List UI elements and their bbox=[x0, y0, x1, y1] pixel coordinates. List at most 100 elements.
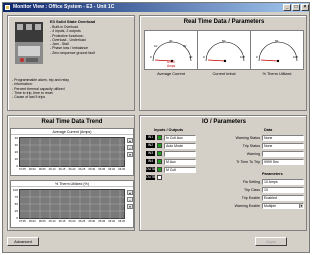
gauge-needle bbox=[207, 59, 226, 62]
y-axis: 100 75 50 25 0 bbox=[11, 188, 18, 220]
warning-enable-select[interactable]: Multiple ▼ bbox=[262, 203, 304, 209]
trend-controls: ▲ + ▼ bbox=[127, 190, 133, 211]
x-tick-label: 06:30 bbox=[88, 168, 96, 171]
param-label: Warning Enable bbox=[234, 204, 260, 208]
feature-item: - Zero sequence ground fault bbox=[50, 50, 95, 55]
gauge-needle bbox=[260, 59, 279, 62]
trend-scroll-up-button[interactable]: ▲ bbox=[127, 190, 133, 195]
x-tick-label: 06:00 bbox=[28, 168, 36, 171]
gauge-tick-label: 30 bbox=[183, 44, 187, 48]
x-tick-label: 06:10 bbox=[48, 220, 56, 223]
data-label: Tr Time To Trip bbox=[236, 160, 260, 164]
trend-zoom-button[interactable]: + bbox=[127, 197, 133, 202]
gauge-caption: Average Current bbox=[157, 72, 185, 76]
advanced-button[interactable]: Advanced bbox=[7, 237, 39, 246]
plot-grid bbox=[20, 190, 126, 220]
x-tick-label: 06:35 bbox=[98, 220, 106, 223]
io-led bbox=[157, 167, 162, 172]
gauge-caption: Current Imbal bbox=[212, 72, 236, 76]
y-tick-label: 20 bbox=[14, 150, 18, 154]
monitor-window: Monitor View : Office System - E3 - Unit… bbox=[2, 2, 310, 253]
overload-device-image bbox=[15, 22, 43, 64]
realtime-panel: Real Time Data / Parameters 0 10 20 30 4… bbox=[139, 15, 307, 111]
data-label: Warning bbox=[246, 152, 260, 156]
feature-list-more: - Programmable alarm, trip and relay - I… bbox=[12, 78, 69, 99]
x-tick-label: 06:45 bbox=[118, 168, 125, 171]
close-button[interactable]: × bbox=[301, 4, 309, 11]
y-tick-label: 30 bbox=[14, 143, 18, 147]
x-tick-label: 06:25 bbox=[78, 168, 86, 171]
x-tick-label: 06:35 bbox=[98, 168, 106, 171]
x-tick-label: 06:15 bbox=[58, 220, 66, 223]
y-tick-label: 0 bbox=[16, 216, 18, 220]
io-led bbox=[157, 143, 162, 148]
trend-zoom-button[interactable]: + bbox=[127, 145, 133, 150]
warning-enable-value: Multiple bbox=[264, 204, 277, 208]
x-tick-label: 06:25 bbox=[78, 220, 86, 223]
y-axis: 40 30 20 10 0 bbox=[11, 136, 18, 168]
plot-grid bbox=[20, 138, 126, 168]
io-led bbox=[157, 159, 162, 164]
x-tick-label: 06:40 bbox=[108, 220, 116, 223]
parameters-header: Parameters bbox=[262, 172, 283, 176]
io-led bbox=[157, 175, 162, 180]
trend-plot-area[interactable] bbox=[19, 137, 126, 168]
x-tick-label: 06:20 bbox=[68, 168, 76, 171]
x-tick-label: 07:05 bbox=[19, 168, 26, 171]
warning-field bbox=[262, 151, 304, 157]
y-tick-label: 100 bbox=[12, 188, 18, 192]
io-header: Inputs / Outputs bbox=[154, 128, 184, 132]
gauge-tick-label: 50 bbox=[275, 39, 279, 43]
gauge-tick-label: 0 bbox=[203, 55, 205, 59]
io-tag: IN4 bbox=[146, 159, 155, 164]
trip-enable-field[interactable]: Enabled bbox=[262, 195, 304, 201]
x-axis: 07:05 06:00 06:05 06:10 06:15 06:20 06:2… bbox=[19, 168, 125, 171]
apply-button[interactable]: Apply bbox=[255, 237, 287, 246]
trend-chart-current: Average Current (Amps) 40 30 20 10 0 07:… bbox=[10, 128, 134, 176]
gauge-caption: % Therm Utilized bbox=[262, 72, 292, 76]
warning-status-field: None bbox=[262, 135, 304, 141]
trip-class-field[interactable]: 10 bbox=[262, 187, 304, 193]
x-tick-label: 06:20 bbox=[68, 220, 76, 223]
io-value-field: M Aux bbox=[164, 159, 196, 165]
gauge-therm-utilized: 0 50 100 bbox=[250, 30, 304, 70]
y-tick-label: 25 bbox=[14, 209, 18, 213]
maximize-button[interactable]: □ bbox=[292, 4, 300, 11]
trend-controls: ▲ + ▼ bbox=[127, 138, 133, 159]
trend-title: Real Time Data Trend bbox=[41, 119, 103, 125]
y-tick-label: 40 bbox=[14, 136, 18, 140]
gauge-current-imbal: 0 50 100 bbox=[197, 30, 251, 70]
trend-scroll-down-button[interactable]: ▼ bbox=[127, 152, 133, 157]
io-value-field: In Coil Aux bbox=[164, 135, 196, 141]
io-tag: OUTA bbox=[146, 167, 156, 172]
realtime-title: Real Time Data / Parameters bbox=[183, 19, 265, 25]
gauge-unit: Amps bbox=[167, 64, 176, 68]
x-axis: 07:05 06:00 06:05 06:10 06:15 06:20 06:2… bbox=[19, 220, 125, 223]
gauge-tick-label: 0 bbox=[256, 55, 258, 59]
trend-plot-area[interactable] bbox=[19, 189, 126, 220]
y-tick-label: 0 bbox=[16, 164, 18, 168]
chevron-down-icon[interactable]: ▼ bbox=[299, 204, 303, 208]
x-tick-label: 07:05 bbox=[19, 220, 26, 223]
time-to-trip-field: 9999 Sec bbox=[262, 159, 304, 165]
param-label: Trip Enable bbox=[241, 196, 260, 200]
trend-scroll-down-button[interactable]: ▼ bbox=[127, 204, 133, 209]
io-title: IO / Parameters bbox=[201, 119, 247, 125]
y-tick-label: 10 bbox=[14, 157, 18, 161]
y-tick-label: 75 bbox=[14, 195, 18, 199]
product-title: E3 Solid State Overload bbox=[50, 19, 96, 24]
x-tick-label: 06:10 bbox=[48, 168, 56, 171]
fla-setting-field[interactable]: 10 Amps bbox=[262, 179, 304, 185]
io-tag: IN2 bbox=[146, 143, 155, 148]
gauge-tick-label: 100 bbox=[240, 55, 246, 59]
trend-scroll-up-button[interactable]: ▲ bbox=[127, 138, 133, 143]
minimize-button[interactable]: _ bbox=[283, 4, 291, 11]
app-icon bbox=[5, 5, 10, 10]
data-label: Warning Status bbox=[235, 136, 260, 140]
x-tick-label: 06:45 bbox=[118, 220, 125, 223]
io-value-field: Auto Mode bbox=[164, 143, 196, 149]
trend-chart-title: Average Current (Amps) bbox=[11, 129, 133, 135]
trip-status-field: None bbox=[262, 143, 304, 149]
x-tick-label: 06:40 bbox=[108, 168, 116, 171]
title-bar[interactable]: Monitor View : Office System - E3 - Unit… bbox=[3, 3, 309, 12]
